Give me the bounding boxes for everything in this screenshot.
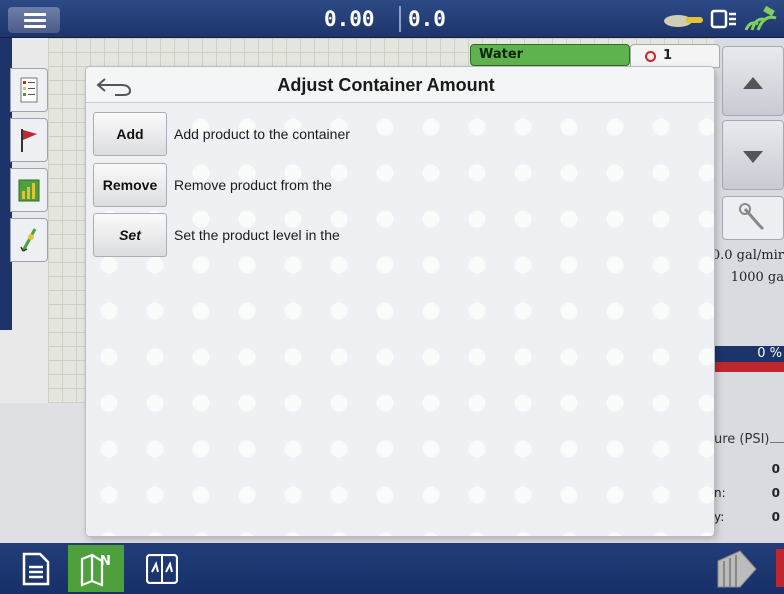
dialog-title: Adjust Container Amount [277,75,495,95]
planter-icon [20,228,37,252]
alarm-icon [645,51,656,62]
status-icons [662,5,778,33]
readout-speed: 0.00 [324,7,375,31]
implement-shape-icon [717,550,757,588]
arrow-down-icon [743,151,763,163]
settings-button[interactable] [722,196,784,240]
add-button[interactable]: Add [93,112,167,156]
implement-icon[interactable] [712,547,762,591]
top-bar: 0.00 0.0 [0,0,784,38]
readout-divider [399,6,401,32]
product-tag[interactable]: Water [470,44,630,66]
tab-chart[interactable] [10,168,48,212]
bottom-bar: N [0,543,784,594]
field-map-north-icon: N [80,552,111,587]
field-map-button[interactable]: N [68,545,124,592]
up-arrow-button[interactable] [722,46,784,116]
pressure-row-key: y: [714,510,725,524]
status-indicator [776,549,784,587]
tractor-icon[interactable] [662,8,704,30]
split-map-icon [146,553,178,584]
menu-icon-line [24,25,46,28]
readout-rate: 0.0 [408,7,446,31]
pressure-row-key: n: [714,486,726,500]
menu-icon [24,13,46,16]
application-rate: 0.0 gal/mir [711,248,784,263]
remove-button[interactable]: Remove [93,163,167,207]
bar-chart-icon [18,179,40,202]
pressure-divider [770,442,784,443]
adjust-container-dialog: Adjust Container Amount Add Add product … [86,67,714,536]
tab-planter[interactable] [10,218,48,262]
arrow-up-icon [743,77,763,89]
container-volume: 1000 ga [730,270,784,285]
menu-icon-line [24,19,46,22]
svg-text:N: N [100,554,111,569]
pressure-row-value: 0 [771,462,780,476]
document-button[interactable] [8,545,64,592]
set-description: Set the product level in the [174,227,340,243]
pressure-row-value: 0 [771,486,780,500]
pressure-label: ure (PSI) [714,432,770,447]
dialog-body: Add Add product to the container Remove … [86,104,714,536]
tab-list[interactable] [10,68,48,112]
flag-icon [21,129,37,152]
implement-box-icon[interactable] [710,8,738,30]
remove-description: Remove product from the [174,177,332,193]
alarm-count: 1 [663,48,673,63]
container-level-fill [714,362,784,372]
pressure-row-value: 0 [771,510,780,524]
set-button[interactable]: Set [93,213,167,257]
dialog-header: Adjust Container Amount [86,67,714,103]
tab-flag[interactable] [10,118,48,162]
down-arrow-button[interactable] [722,120,784,190]
alarm-tab[interactable]: 1 [630,44,720,68]
wrench-icon [739,203,765,231]
menu-button[interactable] [8,7,60,33]
container-level-label: 0 % [757,346,782,361]
satellite-gps-icon[interactable] [744,6,778,32]
document-icon [22,552,50,585]
container-level-bar: 0 % [714,346,784,372]
list-icon [20,77,38,103]
split-view-button[interactable] [134,545,190,592]
add-description: Add product to the container [174,126,350,142]
